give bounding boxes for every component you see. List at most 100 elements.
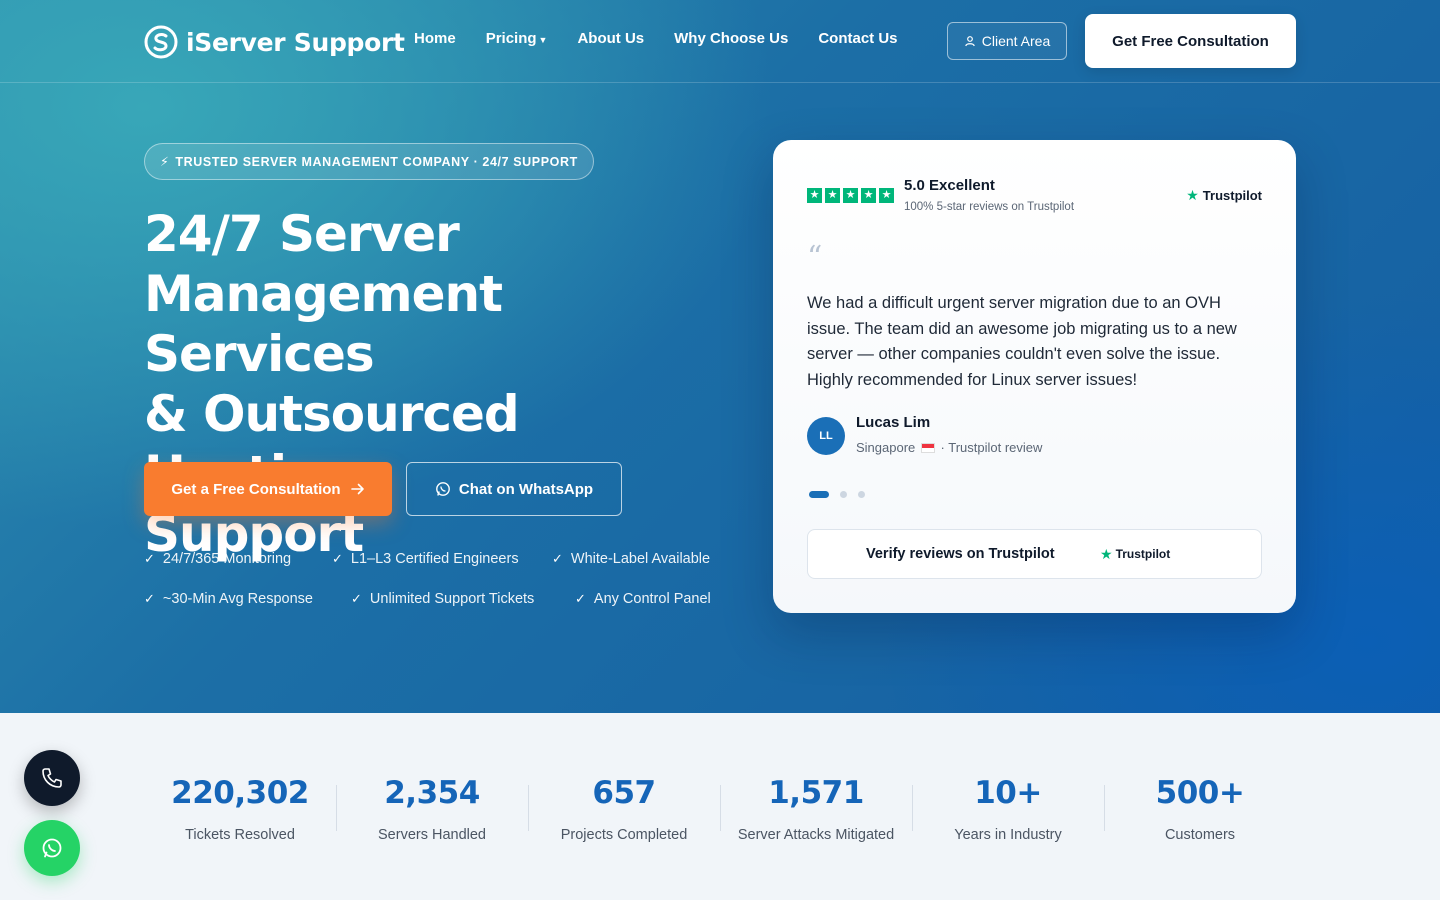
stat-label: Years in Industry (954, 827, 1062, 843)
feature-item: ✓ L1–L3 Certified Engineers (332, 551, 552, 567)
review-card: ★ ★ ★ ★ ★ 5.0 Excellent 100% 5-star revi… (773, 140, 1296, 613)
feature-label: Any Control Panel (593, 591, 711, 607)
phone-icon (42, 768, 62, 788)
reviewer-meta: Singapore · Trustpilot review (856, 440, 1042, 455)
stat-value: 220,302 (171, 775, 309, 811)
stat-item: 1,571 Server Attacks Mitigated (720, 713, 912, 900)
review-quote: We had a difficult urgent server migrati… (807, 294, 1237, 389)
logo-icon (144, 25, 178, 59)
whatsapp-icon (436, 482, 450, 496)
lightning-icon: ⚡ (160, 155, 170, 169)
main-nav: Home Pricing ▼ About Us Why Choose Us Con… (414, 30, 928, 47)
rating-subtitle: 100% 5-star reviews on Trustpilot (904, 201, 1075, 213)
stat-label: Tickets Resolved (185, 827, 295, 843)
stat-value: 1,571 (768, 775, 864, 811)
reviewer-name: Lucas Lim (856, 414, 931, 431)
feature-label: ~30-Min Avg Response (162, 591, 313, 607)
check-icon: ✓ (575, 591, 586, 606)
nav-why-choose-us[interactable]: Why Choose Us (674, 30, 788, 47)
nav-pricing[interactable]: Pricing ▼ (486, 30, 548, 47)
reviewer-location: Singapore (856, 440, 916, 455)
trust-badge-text: TRUSTED SERVER MANAGEMENT COMPANY · 24/7… (175, 154, 578, 169)
avatar: LL (807, 417, 845, 455)
star-icon: ★ (807, 188, 822, 203)
stat-item: 657 Projects Completed (528, 713, 720, 900)
call-floating-button[interactable] (24, 750, 80, 806)
star-icon: ★ (861, 188, 876, 203)
client-area-label: Client Area (981, 33, 1051, 49)
feature-item: ✓ 24/7/365 Monitoring (144, 551, 332, 567)
trust-badge: ⚡ TRUSTED SERVER MANAGEMENT COMPANY · 24… (144, 143, 594, 180)
rating-stars: ★ ★ ★ ★ ★ (807, 188, 894, 203)
carousel-dot-1[interactable] (809, 491, 829, 498)
star-icon: ★ (843, 188, 858, 203)
rating-title: 5.0 Excellent (904, 177, 995, 194)
star-icon: ★ (825, 188, 840, 203)
feature-item: ✓ ~30-Min Avg Response (144, 591, 351, 607)
stat-value: 500+ (1155, 775, 1245, 811)
stat-label: Customers (1164, 827, 1236, 843)
feature-label: L1–L3 Certified Engineers (350, 551, 519, 567)
star-icon: ★ (879, 188, 894, 203)
client-area-button[interactable]: Client Area (947, 22, 1067, 60)
free-consultation-cta-button[interactable]: Get a Free Consultation (144, 462, 392, 516)
stat-item: 220,302 Tickets Resolved (144, 713, 336, 900)
nav-pricing-label: Pricing (485, 30, 537, 47)
check-icon: ✓ (552, 551, 563, 566)
nav-about-us[interactable]: About Us (577, 30, 644, 47)
feature-label: Unlimited Support Tickets (369, 591, 535, 607)
feature-row: ✓ 24/7/365 Monitoring ✓ L1–L3 Certified En… (144, 545, 744, 573)
cta-secondary-label: Chat on WhatsApp (458, 480, 594, 498)
stat-item: 2,354 Servers Handled (336, 713, 528, 900)
headline-line-1: 24/7 Server (144, 205, 460, 263)
user-icon (964, 36, 975, 47)
carousel-dot-2[interactable] (840, 491, 847, 498)
feature-item: ✓ White-Label Available (552, 551, 710, 567)
get-free-consultation-button[interactable]: Get Free Consultation (1085, 14, 1296, 68)
logo-text: iServer Support (186, 27, 405, 57)
site-header: iServer Support Home Pricing ▼ About Us W… (0, 0, 1440, 83)
stats-bar: 220,302 Tickets Resolved 2,354 Servers H… (144, 713, 1296, 900)
verify-label: Verify reviews on Trustpilot (866, 546, 1055, 562)
carousel-dots (809, 491, 865, 498)
feature-item: ✓ Unlimited Support Tickets (351, 591, 575, 607)
check-icon: ✓ (144, 551, 155, 566)
feature-label: White-Label Available (570, 551, 711, 567)
check-icon: ✓ (332, 551, 343, 566)
stat-label: Server Attacks Mitigated (737, 827, 895, 843)
trustpilot-logo[interactable]: ★ Trustpilot (1186, 187, 1262, 204)
nav-contact-us[interactable]: Contact Us (818, 30, 897, 47)
verify-brand: Trustpilot (1115, 547, 1171, 561)
stat-value: 2,354 (384, 775, 480, 811)
logo[interactable]: iServer Support (144, 22, 405, 62)
hero-section: iServer Support Home Pricing ▼ About Us W… (0, 0, 1440, 713)
whatsapp-icon (42, 838, 62, 858)
stat-label: Projects Completed (560, 827, 688, 843)
quote-icon: “ (807, 240, 823, 275)
trustpilot-star-icon: ★ (1100, 545, 1113, 562)
verify-trustpilot-button[interactable]: Verify reviews on Trustpilot ★ Trustpilo… (807, 529, 1262, 579)
trustpilot-star-icon: ★ (1186, 187, 1199, 203)
arrow-right-icon (350, 483, 364, 495)
reviewer-source: · Trustpilot review (940, 440, 1043, 455)
whatsapp-floating-button[interactable] (24, 820, 80, 876)
stat-value: 657 (592, 775, 656, 811)
chevron-down-icon: ▼ (538, 35, 548, 45)
stat-item: 10+ Years in Industry (912, 713, 1104, 900)
check-icon: ✓ (144, 591, 155, 606)
stat-item: 500+ Customers (1104, 713, 1296, 900)
verify-trustpilot-logo: ★ Trustpilot (1100, 546, 1170, 563)
feature-list: ✓ 24/7/365 Monitoring ✓ L1–L3 Certified En… (144, 545, 744, 625)
chat-whatsapp-button[interactable]: Chat on WhatsApp (406, 462, 622, 516)
stat-label: Servers Handled (378, 827, 486, 843)
stat-value: 10+ (974, 775, 1042, 811)
carousel-dot-3[interactable] (858, 491, 865, 498)
singapore-flag-icon (920, 443, 935, 453)
feature-row: ✓ ~30-Min Avg Response ✓ Unlimited Support… (144, 585, 744, 613)
trustpilot-label: Trustpilot (1202, 188, 1262, 203)
feature-item: ✓ Any Control Panel (575, 591, 711, 607)
headline-line-2: Management Services (144, 265, 503, 383)
feature-label: 24/7/365 Monitoring (162, 551, 292, 567)
cta-primary-label: Get a Free Consultation (171, 480, 341, 498)
nav-home[interactable]: Home (414, 30, 456, 47)
